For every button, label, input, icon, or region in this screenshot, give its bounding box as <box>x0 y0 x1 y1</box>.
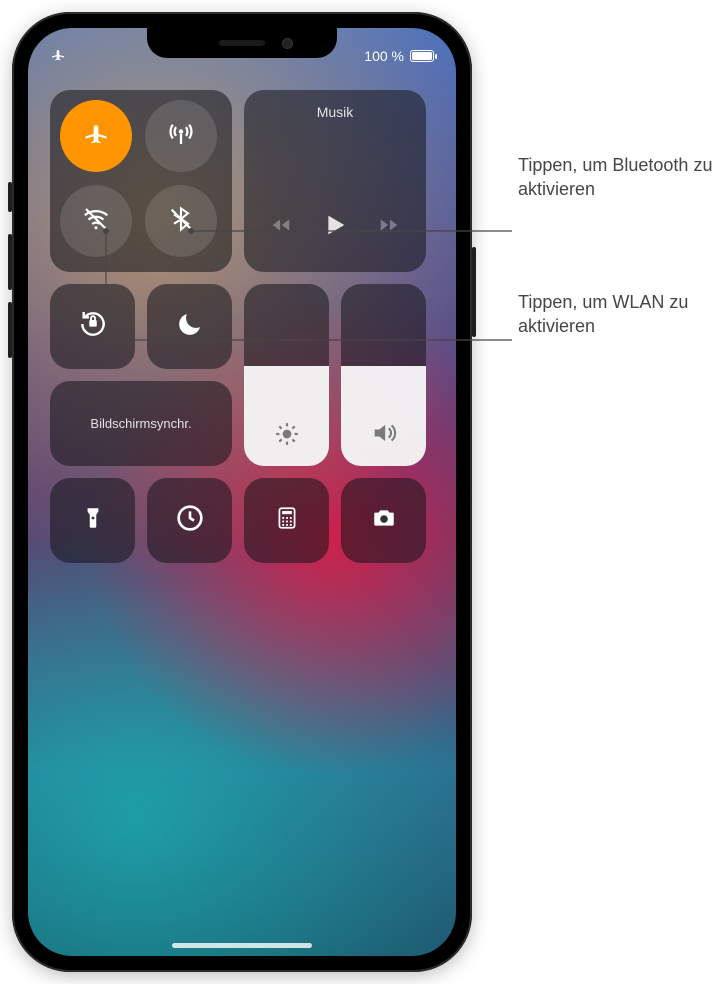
screen-mirroring-button[interactable]: Bildschirmsynchr. <box>50 381 232 466</box>
wifi-toggle[interactable] <box>60 185 132 257</box>
airplane-mode-toggle[interactable] <box>60 100 132 172</box>
antenna-icon <box>166 119 196 154</box>
callout-wlan: Tippen, um WLAN zu aktivieren <box>518 290 718 339</box>
volume-down-button <box>8 302 12 358</box>
play-button[interactable] <box>319 209 351 246</box>
notch <box>147 28 337 58</box>
next-track-button[interactable] <box>376 214 402 241</box>
orientation-lock-button[interactable] <box>50 284 135 369</box>
music-widget[interactable]: Musik <box>244 90 426 272</box>
timer-icon <box>174 502 206 539</box>
control-center: Musik <box>28 28 456 956</box>
timer-button[interactable] <box>147 478 232 563</box>
camera-button[interactable] <box>341 478 426 563</box>
callout-bluetooth: Tippen, um Bluetooth zu aktivieren <box>518 153 718 202</box>
airplane-status-icon <box>50 47 66 66</box>
home-indicator[interactable] <box>172 943 312 948</box>
airplane-icon <box>82 120 110 153</box>
brightness-slider[interactable] <box>244 284 329 466</box>
screen: 100 % <box>28 28 456 956</box>
connectivity-group[interactable] <box>50 90 232 272</box>
volume-slider[interactable] <box>341 284 426 466</box>
volume-icon <box>370 419 398 452</box>
orientation-lock-icon <box>77 308 109 345</box>
previous-track-button[interactable] <box>268 214 294 241</box>
battery-percentage: 100 % <box>364 48 404 64</box>
bluetooth-toggle[interactable] <box>145 185 217 257</box>
brightness-icon <box>274 421 300 452</box>
music-title: Musik <box>317 104 354 120</box>
bluetooth-off-icon <box>167 205 195 238</box>
silent-switch <box>8 182 12 212</box>
calculator-icon <box>274 503 300 538</box>
camera-icon <box>368 505 400 536</box>
screen-mirroring-label: Bildschirmsynchr. <box>90 416 191 431</box>
phone-frame: 100 % <box>12 12 472 972</box>
flashlight-button[interactable] <box>50 478 135 563</box>
moon-icon <box>175 309 205 344</box>
cellular-data-toggle[interactable] <box>145 100 217 172</box>
calculator-button[interactable] <box>244 478 329 563</box>
wifi-off-icon <box>81 204 111 239</box>
do-not-disturb-button[interactable] <box>147 284 232 369</box>
volume-up-button <box>8 234 12 290</box>
side-button <box>472 247 476 337</box>
battery-icon <box>410 50 434 62</box>
flashlight-icon <box>80 503 106 538</box>
